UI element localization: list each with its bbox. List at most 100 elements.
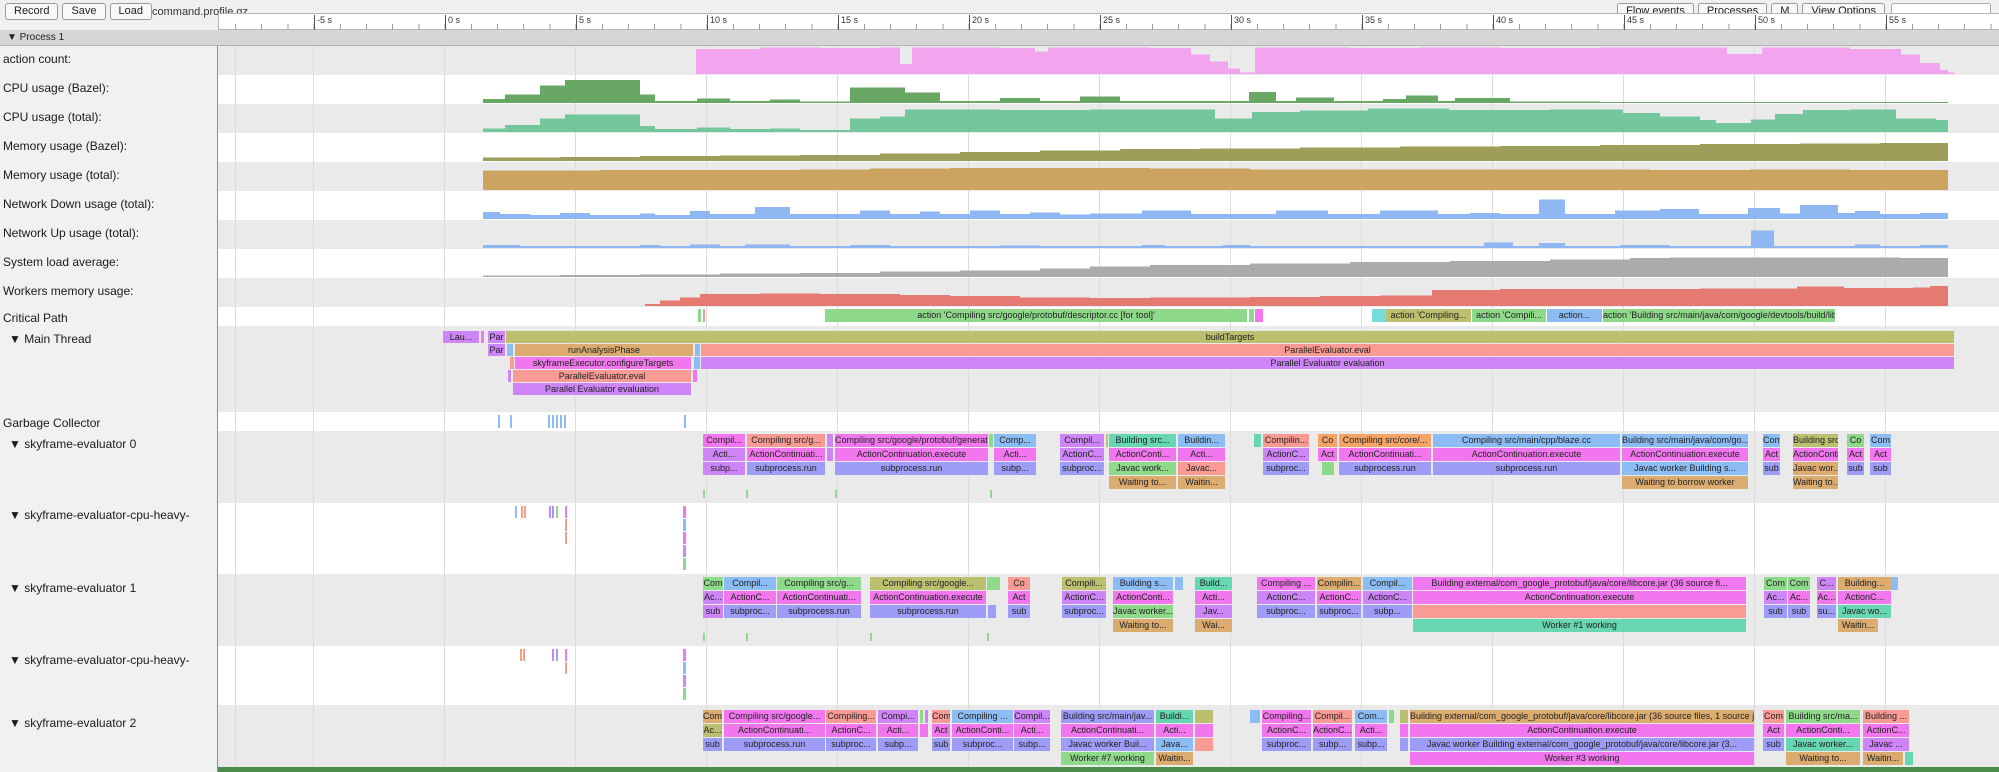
toolbar-button-load[interactable]: Load [110,3,152,20]
trace-slice[interactable]: Waiting to... [1786,752,1860,765]
process-header[interactable]: ▼ Process 1 [0,30,1999,46]
trace-slice[interactable]: Com [703,710,722,723]
trace-slice[interactable] [1400,738,1408,751]
trace-slice[interactable] [507,344,513,356]
trace-slice[interactable] [481,331,484,343]
trace-slice[interactable]: ActionConti... [1786,724,1860,737]
trace-slice[interactable]: ParallelEvaluator.eval [513,370,691,382]
trace-slice[interactable]: Compiling src/google... [870,577,986,590]
trace-slice[interactable]: Com [1764,577,1787,590]
trace-slice[interactable]: ActionContinuation.execute [835,448,988,461]
trace-slice[interactable]: ActionC... [1257,591,1315,604]
trace-slice[interactable]: Building external/com_google_protobuf/ja… [1413,577,1746,590]
trace-slice[interactable] [827,434,833,447]
trace-slice[interactable]: Ac... [1764,591,1787,604]
trace-slice[interactable] [684,415,686,428]
trace-slice[interactable]: sub [1764,605,1787,618]
trace-slice[interactable] [695,344,700,356]
trace-slice[interactable]: ActionContinuation.execute [1410,724,1754,737]
trace-slice[interactable]: ActionConti... [1113,591,1173,604]
trace-slice[interactable]: Building ... [1863,710,1909,723]
trace-slice[interactable]: ActionContinuati... [1339,448,1431,461]
trace-slice[interactable]: subproc... [1263,462,1309,475]
trace-slice[interactable] [565,532,567,544]
trace-slice[interactable] [1413,605,1746,618]
trace-slice[interactable]: ActionC... [1062,591,1106,604]
timeline-ruler[interactable]: -5 s0 s5 s10 s15 s20 s25 s30 s35 s40 s45… [218,13,1999,30]
trace-slice[interactable]: Compil... [724,577,776,590]
trace-slice[interactable]: ActionContinuation.execute [1622,448,1748,461]
trace-slice[interactable]: Javac worker Buil... [1061,738,1154,751]
trace-slice[interactable] [703,633,705,641]
trace-slice[interactable]: ActionContinuation.execute [1413,591,1746,604]
trace-slice[interactable] [556,415,558,428]
trace-slice[interactable] [920,710,923,723]
trace-slice[interactable]: ActionC... [1863,724,1909,737]
trace-slice[interactable]: Ac... [703,591,723,604]
trace-slice[interactable]: Waiting to... [1113,619,1173,632]
trace-slice[interactable] [683,545,686,557]
trace-slice[interactable] [698,309,701,322]
trace-slice[interactable] [683,662,686,674]
trace-slice[interactable] [1106,434,1108,447]
trace-slice[interactable]: buildTargets [506,331,1954,343]
trace-slice[interactable]: su... [1817,605,1836,618]
trace-slice[interactable]: subproc... [1262,738,1311,751]
trace-slice[interactable]: sub [1788,605,1810,618]
trace-slice[interactable]: ActionContinuati... [724,724,825,737]
counter-chart-network-down-usage-total-[interactable] [218,191,1999,220]
trace-slice[interactable]: Parallel Evaluator evaluation [513,383,691,395]
trace-slice[interactable]: Comp... [994,434,1036,447]
trace-slice[interactable]: Javac wor... [1793,462,1838,475]
trace-slice[interactable]: action 'Compiling... [1386,309,1471,322]
trace-slice[interactable]: sub [1763,738,1784,751]
trace-slice[interactable]: Building s... [1113,577,1173,590]
trace-slice[interactable] [683,532,686,544]
trace-slice[interactable]: Javac worker... [1786,738,1860,751]
trace-slice[interactable]: sub [1847,462,1864,475]
trace-slice[interactable] [565,662,567,674]
trace-slice[interactable] [1175,577,1183,590]
trace-slice[interactable] [565,519,567,531]
trace-slice[interactable]: Act [1008,591,1030,604]
trace-slice[interactable] [925,710,928,723]
trace-slice[interactable]: ActionConti... [952,724,1013,737]
trace-slice[interactable]: ActionConti... [1793,448,1838,461]
trace-slice[interactable] [552,506,554,518]
trace-slice[interactable]: subp... [1363,605,1412,618]
trace-slice[interactable]: Act [1318,448,1337,461]
trace-slice[interactable]: Com [703,577,723,590]
trace-slice[interactable]: Com [1763,434,1780,447]
trace-slice[interactable]: Co [1008,577,1030,590]
trace-slice[interactable]: subprocess.run [777,605,861,618]
trace-slice[interactable]: Worker #3 working [1410,752,1754,765]
trace-slice[interactable] [746,490,748,498]
trace-slice[interactable]: sub [1870,462,1891,475]
trace-slice[interactable]: Act [1870,448,1891,461]
trace-slice[interactable]: Jav... [1195,605,1232,618]
trace-slice[interactable] [549,506,551,518]
trace-slice[interactable]: Building src/main/java/com/go... [1622,434,1748,447]
trace-slice[interactable] [920,724,928,737]
trace-slice[interactable]: ActionContinuati... [1061,724,1154,737]
trace-slice[interactable]: sub [1763,462,1780,475]
trace-slice[interactable] [510,357,514,369]
trace-slice[interactable] [987,633,989,641]
trace-slice[interactable] [683,675,686,687]
trace-slice[interactable]: action 'Compiling src/google/protobuf/de… [825,309,1247,322]
trace-slice[interactable] [683,506,686,518]
trace-slice[interactable]: Buildin... [1178,434,1225,447]
trace-slice[interactable]: Compiling src/g... [777,577,861,590]
row-label--skyframe-evaluator-0[interactable]: ▼ skyframe-evaluator 0 [9,437,136,451]
trace-slice[interactable] [552,649,554,661]
trace-slice[interactable]: Acti... [703,448,745,461]
trace-slice[interactable] [565,649,567,661]
toolbar-button-record[interactable]: Record [5,3,58,20]
trace-slice[interactable] [1891,577,1898,590]
trace-slice[interactable]: Ac... [1788,591,1810,604]
trace-slice[interactable]: subp... [1313,738,1352,751]
trace-slice[interactable] [693,370,697,382]
trace-slice[interactable] [515,506,517,518]
trace-slice[interactable] [523,649,525,661]
trace-slice[interactable]: ActionC... [1838,591,1891,604]
